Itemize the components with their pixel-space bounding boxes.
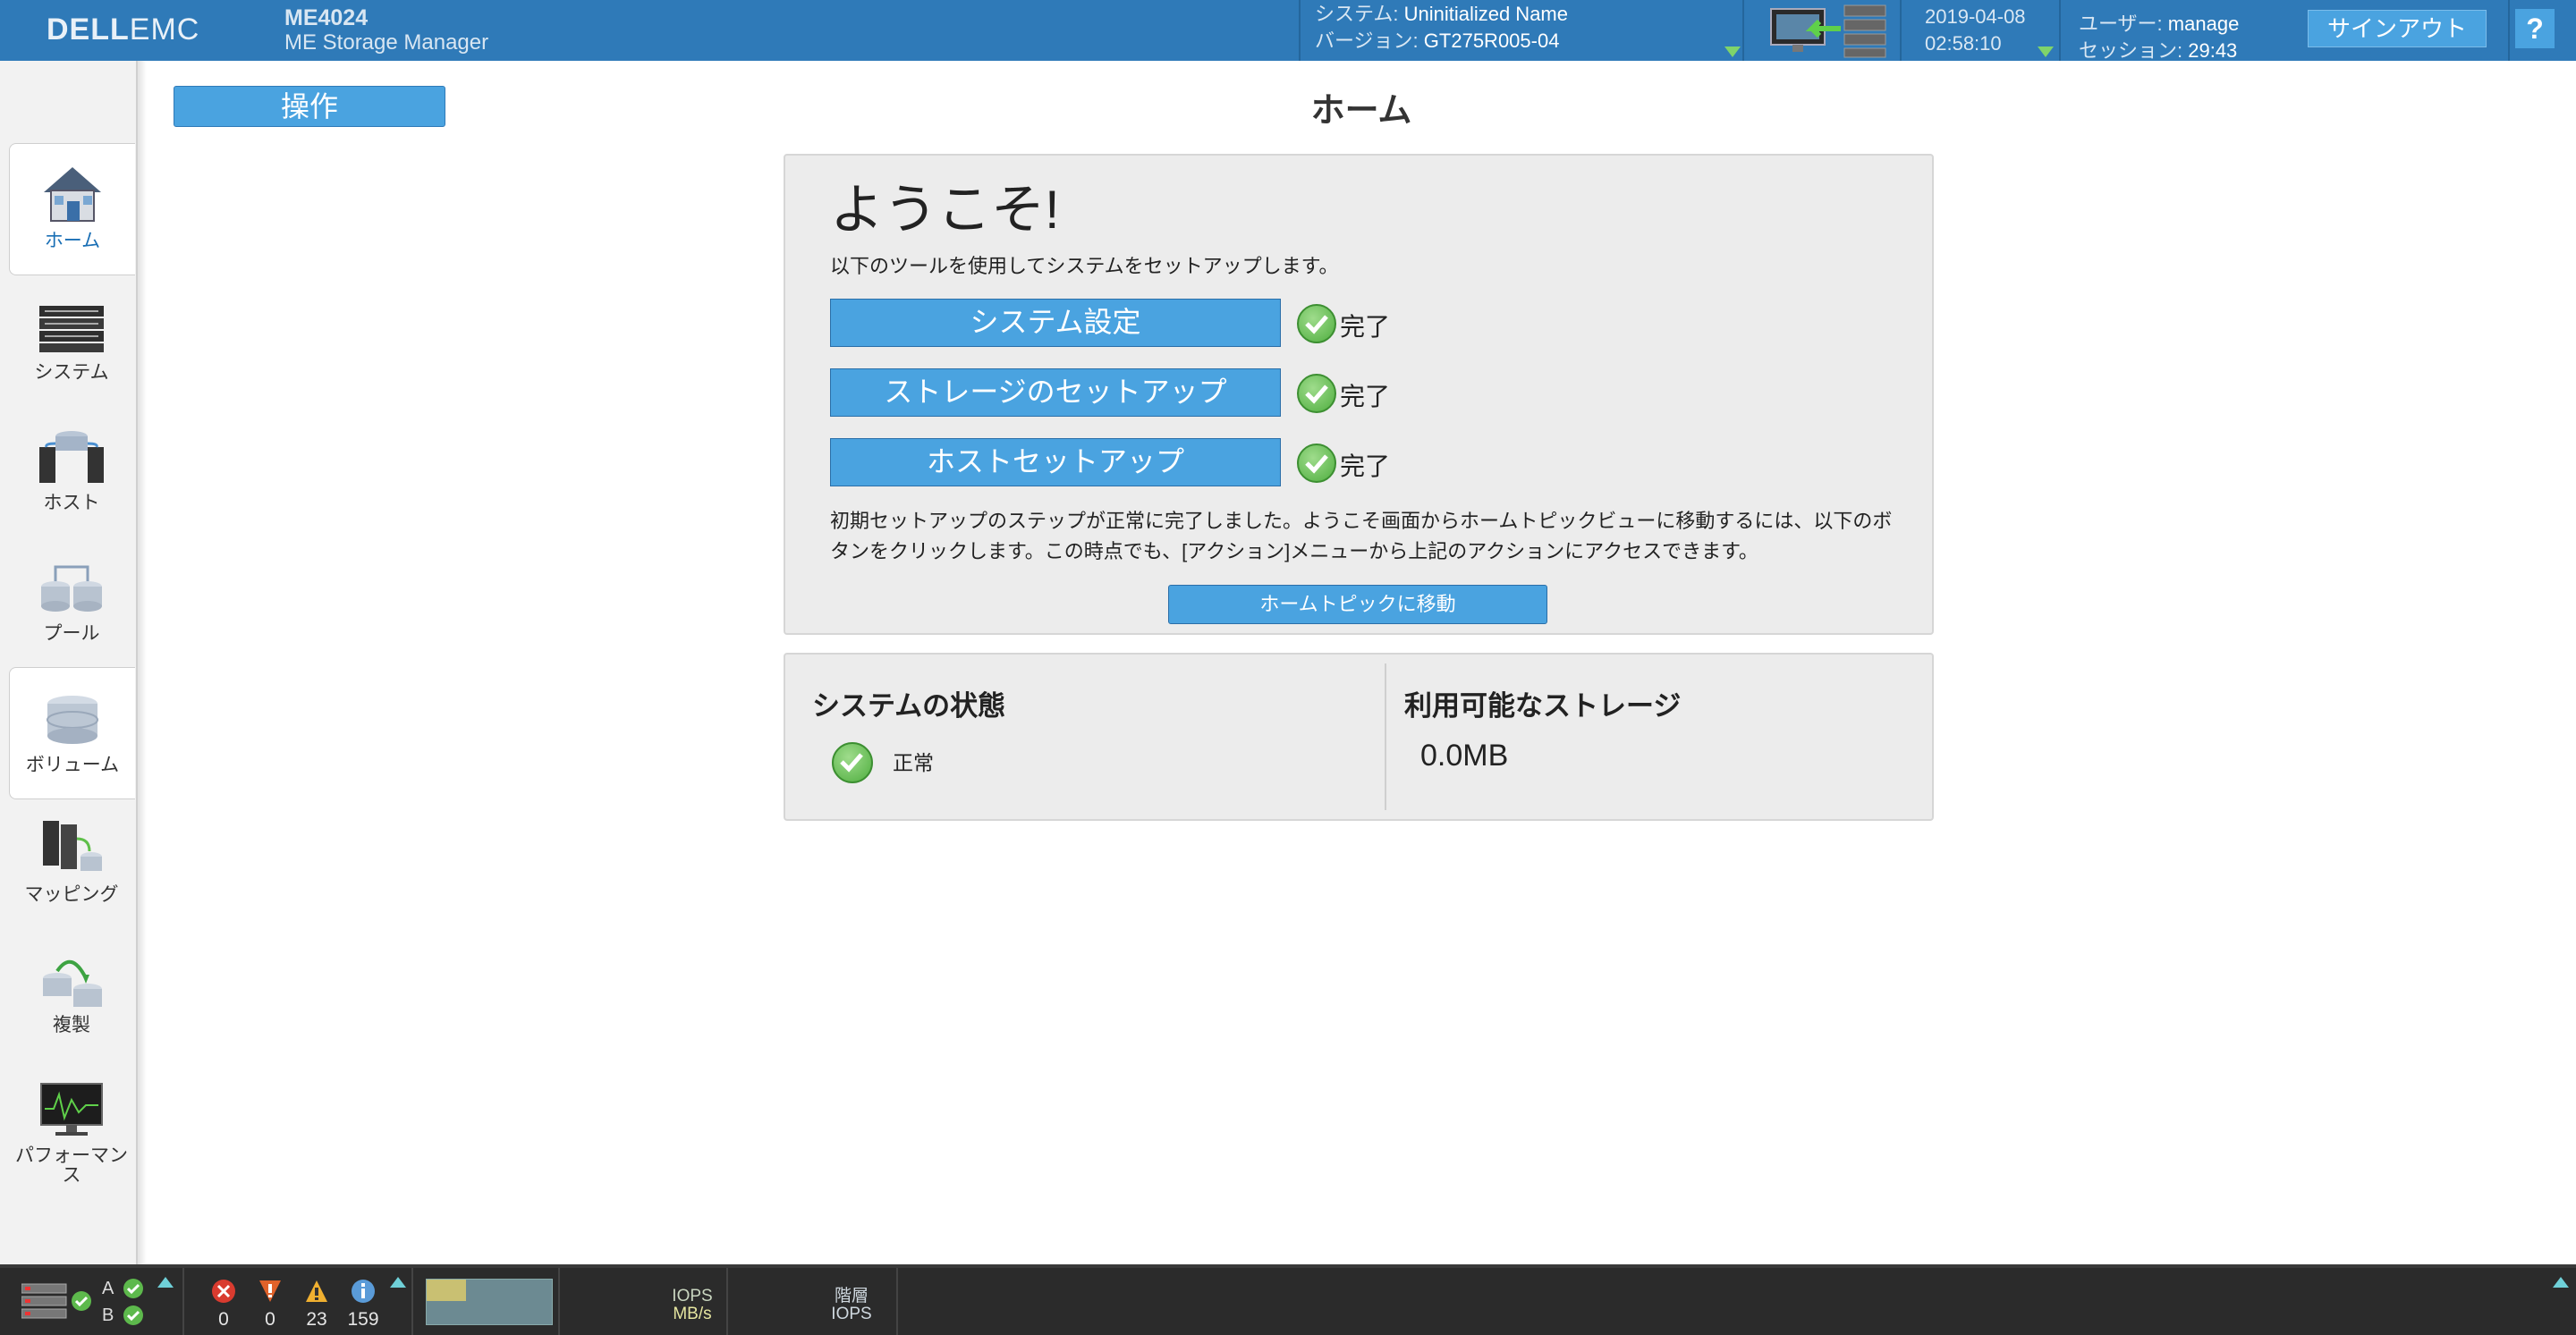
system-enclosure-icon (39, 306, 104, 352)
welcome-intro: 以下のツールを使用してシステムをセットアップします。 (830, 255, 1339, 277)
warning-event-icon (306, 1280, 327, 1302)
sidebar-item-label: ホーム (44, 231, 101, 251)
perf-iops-label: IOPS (672, 1287, 713, 1305)
capacity-bar (426, 1279, 553, 1325)
controller-b-label: B (102, 1305, 114, 1325)
sidebar-item-label: マッピング (24, 884, 119, 905)
available-storage-value: 0.0MB (1420, 739, 1509, 773)
step-status: 完了 (1340, 313, 1391, 341)
tier-iops-label: IOPS (831, 1305, 872, 1323)
status-panel (784, 653, 1934, 821)
critical-count: 0 (218, 1309, 229, 1330)
system-name: Uninitialized Name (1403, 3, 1568, 25)
sign-out-button[interactable]: サインアウト (2308, 10, 2487, 47)
check-complete-icon (1297, 304, 1336, 343)
sidebar-item-label: パフォーマンス (15, 1145, 128, 1186)
sidebar-item-label: ホスト (43, 493, 100, 513)
expand-footer-arrow-icon[interactable] (2553, 1277, 2569, 1288)
help-button[interactable]: ? (2515, 9, 2555, 48)
go-to-home-topic-button[interactable]: ホームトピックに移動 (1168, 585, 1547, 624)
perf-mbs-label: MB/s (673, 1305, 712, 1323)
user-session-panel[interactable]: ユーザー: manage セッション: 29:43 (2059, 0, 2274, 61)
controller-b-ok-icon (123, 1305, 143, 1325)
performance-panel[interactable]: IOPS MB/s (558, 1268, 728, 1335)
status-footer: A B 0 0 23 159 IOPS MB/s 階層 IOPS (0, 1264, 2576, 1335)
replication-icon (43, 959, 102, 1007)
controller-a-ok-icon (123, 1279, 143, 1298)
page-title: ホーム (1310, 92, 1412, 130)
tier-panel[interactable]: 階層 IOPS (726, 1268, 898, 1335)
host-setup-button[interactable]: ホストセットアップ (830, 438, 1281, 486)
product-name: ME Storage Manager (284, 30, 489, 55)
error-event-icon (259, 1280, 281, 1302)
dell-emc-logo: DELLEMC (47, 13, 200, 46)
download-arrow-icon[interactable] (2038, 46, 2054, 57)
model-name: ME4024 (284, 5, 369, 30)
system-state-value: 正常 (893, 751, 934, 774)
check-complete-icon (1297, 374, 1336, 413)
health-ok-icon (832, 742, 873, 783)
warning-count: 23 (306, 1309, 327, 1330)
storage-setup-button[interactable]: ストレージのセットアップ (830, 368, 1281, 417)
system-info-panel[interactable]: システム: Uninitialized Name バージョン: GT275R00… (1299, 0, 1744, 61)
tier-label: 階層 (834, 1287, 869, 1305)
info-event-icon (352, 1280, 375, 1303)
critical-event-icon (212, 1280, 235, 1303)
product-info: ME4024 ME Storage Manager (284, 5, 488, 55)
sidebar-item-label: 複製 (53, 1015, 90, 1035)
capacity-panel[interactable] (411, 1268, 560, 1335)
enclosure-icon (21, 1283, 67, 1319)
sidebar-item-system[interactable]: システム (9, 275, 134, 406)
expand-arrow-icon[interactable] (390, 1277, 406, 1288)
current-time: 02:58:10 (1925, 32, 2002, 55)
sidebar-item-volumes[interactable]: ボリューム (9, 667, 135, 799)
sidebar-item-label: ボリューム (25, 755, 120, 775)
controller-a-label: A (102, 1279, 114, 1298)
sidebar-item-mapping[interactable]: マッピング (9, 798, 134, 928)
expand-arrow-icon[interactable] (157, 1277, 174, 1288)
user-name: manage (2167, 13, 2240, 35)
operations-button[interactable]: 操作 (174, 86, 445, 127)
sidebar-item-performance[interactable]: パフォーマンス (9, 1059, 134, 1202)
system-state-title: システムの状態 (812, 690, 1006, 722)
mapping-icon (43, 821, 102, 871)
download-arrow-icon[interactable] (1724, 46, 1741, 57)
date-time-panel[interactable]: 2019-04-08 02:58:10 (1900, 0, 2061, 61)
sidebar-item-label: プール (43, 623, 100, 644)
sidebar-item-home[interactable]: ホーム (9, 143, 135, 275)
performance-monitor-icon (40, 1083, 103, 1136)
host-connection-icon (1770, 4, 1886, 58)
firmware-version: GT275R005-04 (1423, 30, 1560, 52)
sidebar-item-replication[interactable]: 複製 (9, 928, 134, 1059)
system-settings-button[interactable]: システム設定 (830, 299, 1281, 347)
step-status: 完了 (1340, 383, 1391, 410)
top-bar: DELLEMC ME4024 ME Storage Manager システム: … (0, 0, 2576, 61)
controller-status-panel[interactable]: A B (0, 1268, 184, 1335)
sidebar-item-label: システム (34, 362, 109, 383)
available-storage-title: 利用可能なストレージ (1404, 690, 1682, 722)
check-complete-icon (1297, 444, 1336, 483)
event-summary-panel[interactable]: 0 0 23 159 (182, 1268, 413, 1335)
host-connection-panel[interactable] (1742, 0, 1902, 61)
step-status: 完了 (1340, 452, 1391, 480)
current-date: 2019-04-08 (1925, 5, 2026, 28)
welcome-title: ようこそ! (830, 180, 1060, 240)
info-count: 159 (347, 1309, 379, 1330)
session-timer: 29:43 (2188, 39, 2238, 61)
sidebar-item-hosts[interactable]: ホスト (9, 406, 134, 537)
setup-complete-description: 初期セットアップのステップが正常に完了しました。ようこそ画面からホームトピックビ… (830, 510, 1893, 562)
enclosure-ok-icon (72, 1291, 91, 1311)
pools-icon (41, 565, 102, 612)
volumes-icon (47, 696, 98, 744)
sidebar-item-pools[interactable]: プール (9, 537, 134, 667)
hosts-icon (39, 431, 104, 483)
error-count: 0 (265, 1309, 275, 1330)
house-icon (44, 167, 101, 222)
